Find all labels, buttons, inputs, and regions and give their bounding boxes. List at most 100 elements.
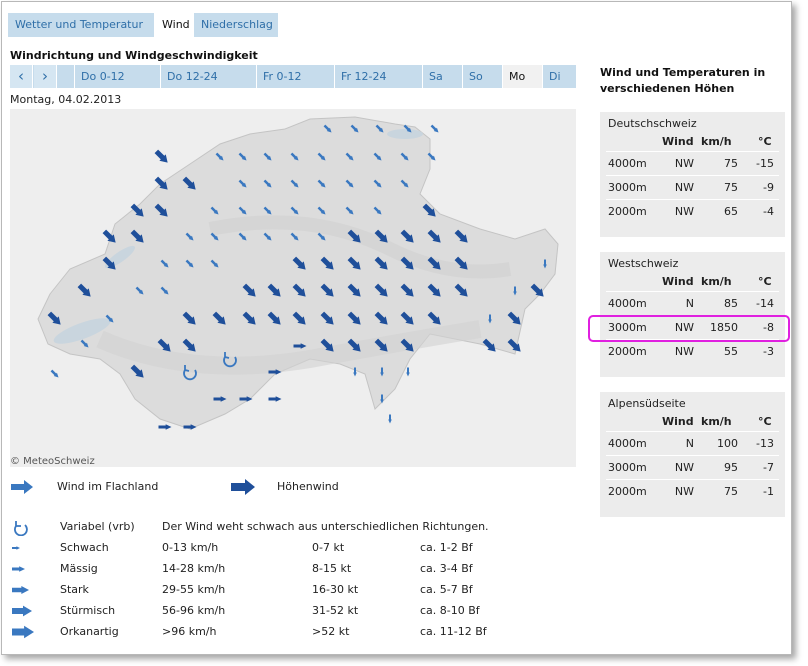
day-tab-fr-0-12[interactable]: Fr 0-12	[256, 65, 334, 88]
speed-cell: 95	[724, 461, 738, 474]
altitude-cell: 3000m	[608, 461, 647, 474]
speed-cell: 55	[724, 345, 738, 358]
header-speed: km/h	[701, 275, 732, 288]
intensity-kmh: 56-96 km/h	[162, 604, 226, 617]
altitude-panel-title: Wind und Temperaturen in verschiedenen H…	[600, 66, 766, 95]
altitude-wind-icon	[231, 479, 255, 495]
speed-cell: 75	[724, 485, 738, 498]
header-wind: Wind	[662, 275, 694, 288]
region-name: Westschweiz	[608, 257, 679, 270]
intensity-kmh: >96 km/h	[162, 625, 217, 638]
intensity-kt: 16-30 kt	[312, 583, 359, 596]
intensity-bf: ca. 5-7 Bf	[420, 583, 473, 596]
intensity-kt: 31-52 kt	[312, 604, 359, 617]
day-tab-do-0-12[interactable]: Do 0-12	[74, 65, 160, 88]
region-name: Alpensüdseite	[608, 397, 686, 410]
region-name: Deutschschweiz	[608, 117, 697, 130]
direction-cell: N	[685, 437, 694, 450]
temperature-cell: -7	[763, 461, 774, 474]
strong-wind-icon	[12, 585, 29, 595]
intensity-bf: ca. 1-2 Bf	[420, 541, 473, 554]
altitude-cell: 2000m	[608, 485, 647, 498]
tab-wetter-und-temperatur[interactable]: Wetter und Temperatur	[8, 13, 154, 37]
flatland-wind-icon	[11, 480, 33, 494]
altitude-cell: 3000m	[608, 181, 647, 194]
intensity-kmh: Der Wind weht schwach aus unterschiedlic…	[162, 520, 489, 533]
intensity-kmh: 29-55 km/h	[162, 583, 226, 596]
variable-wind-icon	[14, 521, 28, 536]
chevron-left-icon: ‹	[18, 67, 24, 85]
wind-map: © MeteoSchweiz	[10, 109, 576, 467]
day-tab-mo[interactable]: Mo	[502, 65, 542, 88]
row-separator	[606, 151, 779, 152]
speed-cell: 65	[724, 205, 738, 218]
intensity-kt: 0-7 kt	[312, 541, 345, 554]
stormy-wind-icon	[12, 605, 32, 617]
header-temp: °C	[758, 135, 772, 148]
altitude-cell: 2000m	[608, 345, 647, 358]
tab-niederschlag[interactable]: Niederschlag	[194, 13, 278, 37]
direction-cell: NW	[674, 157, 694, 170]
intensity-bf: ca. 3-4 Bf	[420, 562, 473, 575]
day-tab-do-12-24[interactable]: Do 12-24	[160, 65, 256, 88]
meteo-widget: Wetter und Temperatur Wind Niederschlag …	[1, 1, 792, 655]
intensity-name: Stark	[60, 583, 89, 596]
prev-button[interactable]: ‹	[10, 65, 33, 88]
day-tab-so[interactable]: So	[462, 65, 502, 88]
altitude-cell: 4000m	[608, 157, 647, 170]
intensity-name: Orkanartig	[60, 625, 119, 638]
copyright-label: © MeteoSchweiz	[10, 456, 95, 467]
row-separator	[606, 199, 779, 200]
altitude-cell: 2000m	[608, 205, 647, 218]
section-title: Windrichtung und Windgeschwindigkeit	[10, 49, 258, 62]
direction-cell: NW	[674, 485, 694, 498]
temperature-cell: -1	[763, 485, 774, 498]
row-separator	[606, 291, 779, 292]
forecast-date: Montag, 04.02.2013	[10, 93, 122, 106]
row-separator	[606, 455, 779, 456]
altitude-cell: 4000m	[608, 437, 647, 450]
altitude-cell: 4000m	[608, 297, 647, 310]
legend-altitude-label: Höhenwind	[277, 480, 339, 493]
header-speed: km/h	[701, 135, 732, 148]
highlight-box	[588, 315, 790, 342]
temperature-cell: -3	[763, 345, 774, 358]
speed-cell: 85	[724, 297, 738, 310]
direction-cell: NW	[674, 181, 694, 194]
row-separator	[606, 175, 779, 176]
tab-wind[interactable]: Wind	[155, 13, 193, 37]
day-tab-sa[interactable]: Sa	[422, 65, 462, 88]
intensity-name: Mässig	[60, 562, 98, 575]
region-box: Deutschschweiz Wind km/h °C 4000m NW 75 -15 3000…	[600, 112, 785, 237]
speed-cell: 75	[724, 181, 738, 194]
intensity-name: Schwach	[60, 541, 109, 554]
next-button[interactable]: ›	[34, 65, 57, 88]
chevron-right-icon: ›	[42, 67, 48, 85]
hurricane-wind-icon	[12, 625, 34, 639]
temperature-cell: -13	[756, 437, 774, 450]
region-box: Alpensüdseite Wind km/h °C 4000m N 100 -13 3000m…	[600, 392, 785, 517]
row-separator	[606, 479, 779, 480]
intensity-name: Stürmisch	[60, 604, 116, 617]
intensity-bf: ca. 11-12 Bf	[420, 625, 487, 638]
intensity-kt: >52 kt	[312, 625, 350, 638]
direction-cell: NW	[674, 461, 694, 474]
header-wind: Wind	[662, 415, 694, 428]
direction-cell: NW	[674, 205, 694, 218]
header-wind: Wind	[662, 135, 694, 148]
direction-cell: N	[685, 297, 694, 310]
intensity-kt: 8-15 kt	[312, 562, 352, 575]
direction-cell: NW	[674, 345, 694, 358]
header-temp: °C	[758, 275, 772, 288]
header-temp: °C	[758, 415, 772, 428]
speed-cell: 100	[717, 437, 738, 450]
day-tab-di[interactable]: Di	[542, 65, 576, 88]
moderate-wind-icon	[12, 566, 25, 572]
day-tab-fr-12-24[interactable]: Fr 12-24	[334, 65, 422, 88]
intensity-kmh: 14-28 km/h	[162, 562, 226, 575]
speed-cell: 75	[724, 157, 738, 170]
intensity-bf: ca. 8-10 Bf	[420, 604, 480, 617]
header-speed: km/h	[701, 415, 732, 428]
temperature-cell: -15	[756, 157, 774, 170]
day-selector: ‹ › Do 0-12 Do 12-24 Fr 0-12 Fr 12-24 Sa…	[10, 65, 576, 88]
